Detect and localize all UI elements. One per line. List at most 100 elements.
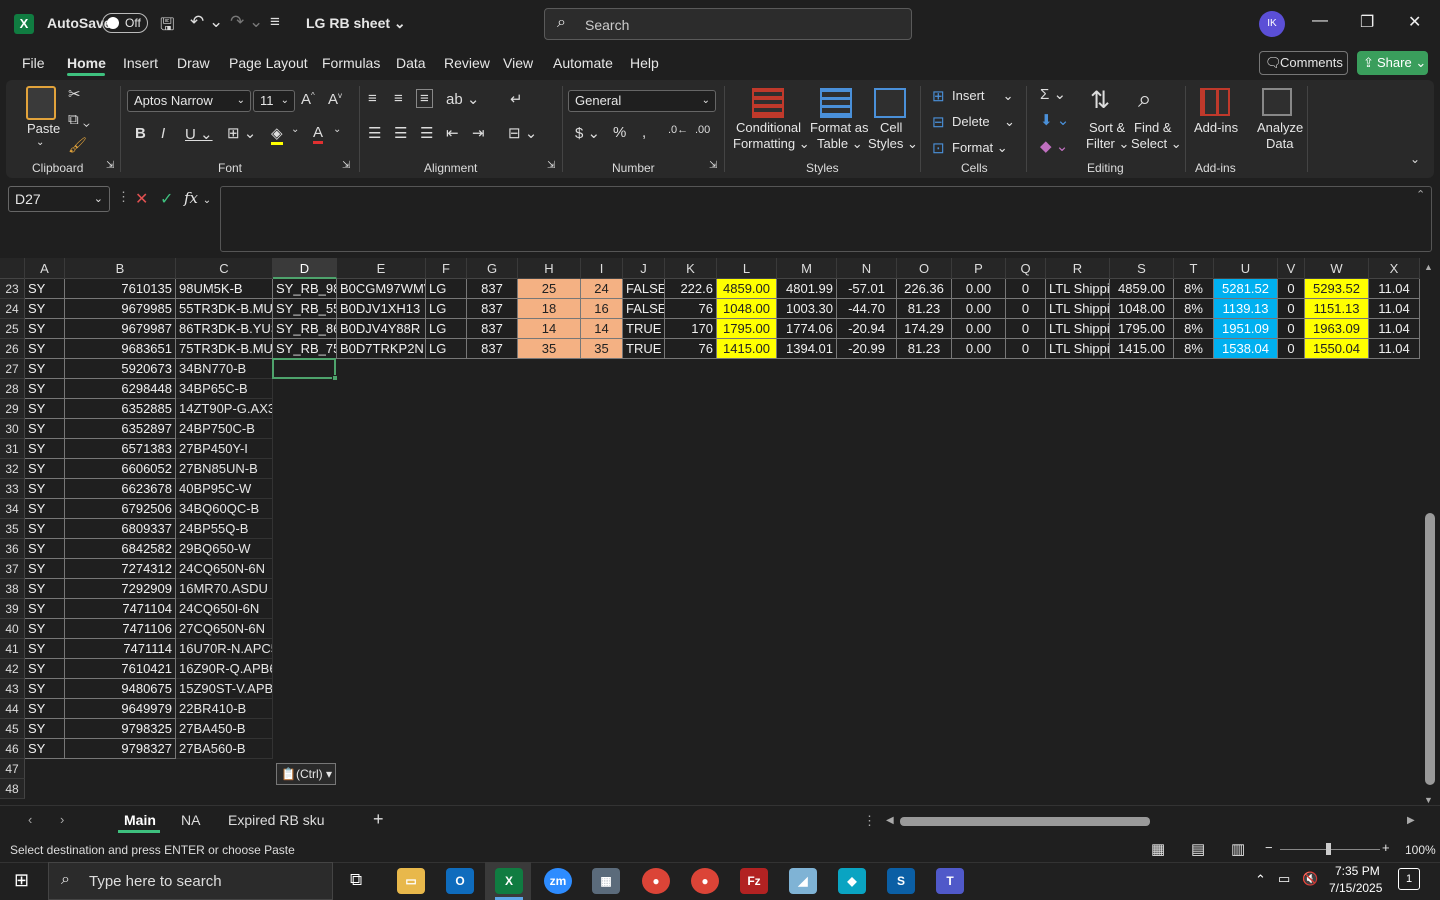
find-select-label-2[interactable]: Select ⌄ xyxy=(1131,136,1182,152)
cell-c[interactable]: 16MR70.ASDU xyxy=(176,579,273,599)
cell-a[interactable]: SY xyxy=(25,359,65,379)
chrome-icon[interactable]: ● xyxy=(642,868,670,894)
cell-c[interactable]: 16U70R-N.APC5U1 xyxy=(176,639,273,659)
notification-icon[interactable]: 1 xyxy=(1398,868,1420,890)
clipboard-launcher-icon[interactable]: ⇲ xyxy=(106,160,114,171)
cell-b[interactable]: 7274312 xyxy=(65,559,176,579)
tab-insert[interactable]: Insert xyxy=(123,55,158,71)
selected-cell-D27[interactable] xyxy=(272,358,338,381)
cell-g[interactable]: 837 xyxy=(467,339,518,359)
analyze-data-label[interactable]: Analyze xyxy=(1257,120,1303,135)
cell-p[interactable]: 0.00 xyxy=(952,319,1006,339)
cell-n[interactable]: -20.94 xyxy=(837,319,897,339)
cell-styles-label[interactable]: Cell xyxy=(880,120,902,135)
formula-collapse-icon[interactable]: ⌃ xyxy=(1416,188,1425,201)
row-header[interactable]: 31 xyxy=(0,439,25,459)
cell-o[interactable]: 226.36 xyxy=(897,279,952,299)
column-header-u[interactable]: U xyxy=(1214,258,1278,279)
row-header[interactable]: 38 xyxy=(0,579,25,599)
underline-icon[interactable]: U ⌄ xyxy=(185,125,213,143)
cell-i[interactable]: 35 xyxy=(581,339,623,359)
cell-f[interactable]: LG xyxy=(426,319,467,339)
column-header-r[interactable]: R xyxy=(1046,258,1110,279)
fill-color-icon[interactable]: ◈ xyxy=(271,124,283,145)
cell-t[interactable]: 8% xyxy=(1174,299,1214,319)
insert-cells-icon[interactable]: ⊞ xyxy=(932,87,945,105)
cell-u[interactable]: 1538.04 xyxy=(1214,339,1278,359)
cell-c[interactable]: 24BP55Q-B xyxy=(176,519,273,539)
scroll-left-icon[interactable]: ◀ xyxy=(886,815,894,826)
cell-o[interactable]: 81.23 xyxy=(897,339,952,359)
cell-c[interactable]: 14ZT90P-G.AX33U1 xyxy=(176,399,273,419)
cell-c[interactable]: 27BA450-B xyxy=(176,719,273,739)
cell-m[interactable]: 1394.01 xyxy=(777,339,837,359)
cell-g[interactable]: 837 xyxy=(467,279,518,299)
column-header-h[interactable]: H xyxy=(518,258,581,279)
cell-k[interactable]: 76 xyxy=(665,299,717,319)
row-header[interactable]: 43 xyxy=(0,679,25,699)
cell-m[interactable]: 1003.30 xyxy=(777,299,837,319)
cell-b[interactable]: 6809337 xyxy=(65,519,176,539)
document-title[interactable]: LG RB sheet ⌄ xyxy=(306,15,406,32)
cell-b[interactable]: 6606052 xyxy=(65,459,176,479)
cell-j[interactable]: FALSE xyxy=(623,279,665,299)
cell-p[interactable]: 0.00 xyxy=(952,299,1006,319)
column-header-f[interactable]: F xyxy=(426,258,467,279)
cell-a[interactable]: SY xyxy=(25,719,65,739)
format-as-table-icon[interactable] xyxy=(820,88,852,118)
tab-home[interactable]: Home xyxy=(67,55,106,71)
paste-button[interactable]: Paste xyxy=(27,121,60,136)
windows-start-icon[interactable]: ⊞ xyxy=(14,870,29,891)
cell-a[interactable]: SY xyxy=(25,639,65,659)
cell-c[interactable]: 27CQ650N-6N xyxy=(176,619,273,639)
cell-v[interactable]: 0 xyxy=(1278,279,1305,299)
cell-k[interactable]: 170 xyxy=(665,319,717,339)
delete-cells-icon[interactable]: ⊟ xyxy=(932,113,945,131)
add-sheet-button[interactable]: + xyxy=(373,809,384,830)
cell-c[interactable]: 15Z90ST-V.APB6U1 xyxy=(176,679,273,699)
cell-f[interactable]: LG xyxy=(426,299,467,319)
cell-c[interactable]: 24CQ650I-6N xyxy=(176,599,273,619)
row-header[interactable]: 28 xyxy=(0,379,25,399)
page-layout-view-icon[interactable]: ▤ xyxy=(1191,840,1205,858)
add-ins-icon[interactable] xyxy=(1200,88,1230,116)
cell-r[interactable]: LTL Shippi xyxy=(1046,339,1110,359)
cell-t[interactable]: 8% xyxy=(1174,279,1214,299)
cell-g[interactable]: 837 xyxy=(467,299,518,319)
column-header-s[interactable]: S xyxy=(1110,258,1174,279)
analyze-data-icon[interactable] xyxy=(1262,88,1292,116)
cell-a[interactable]: SY xyxy=(25,479,65,499)
name-box[interactable]: D27 ⌄ xyxy=(8,186,110,212)
find-select-label[interactable]: Find & xyxy=(1134,120,1172,135)
autosave-toggle[interactable]: Off xyxy=(102,13,148,33)
align-left-icon[interactable]: ☰ xyxy=(368,124,381,142)
cell-c[interactable]: 34BQ60QC-B xyxy=(176,499,273,519)
excel-taskbar-icon[interactable]: X xyxy=(495,868,523,894)
format-painter-icon[interactable]: 🖌 xyxy=(68,136,87,154)
row-header[interactable]: 44 xyxy=(0,699,25,719)
cell-c[interactable]: 16Z90R-Q.APB6U1 xyxy=(176,659,273,679)
cell-d[interactable]: SY_RB_98U xyxy=(273,279,337,299)
cell-l[interactable]: 1795.00 xyxy=(717,319,777,339)
font-launcher-icon[interactable]: ⇲ xyxy=(342,160,350,171)
tab-draw[interactable]: Draw xyxy=(177,55,210,71)
search-input[interactable]: ⌕ Search xyxy=(544,8,912,40)
italic-icon[interactable]: I xyxy=(161,125,165,142)
align-bottom-icon[interactable]: ≡ xyxy=(416,89,433,108)
horizontal-scroll-thumb[interactable] xyxy=(900,817,1150,826)
cell-b[interactable]: 6571383 xyxy=(65,439,176,459)
align-top-icon[interactable]: ≡ xyxy=(368,90,377,107)
cell-c[interactable]: 27BN85UN-B xyxy=(176,459,273,479)
cell-a[interactable]: SY xyxy=(25,699,65,719)
cell-r[interactable]: LTL Shippi xyxy=(1046,299,1110,319)
cell-b[interactable]: 5920673 xyxy=(65,359,176,379)
conditional-formatting-label[interactable]: Conditional xyxy=(736,120,801,135)
cell-m[interactable]: 1774.06 xyxy=(777,319,837,339)
tab-review[interactable]: Review xyxy=(444,55,490,71)
increase-font-icon[interactable]: A^ xyxy=(301,91,315,108)
cell-a[interactable]: SY xyxy=(25,299,65,319)
cell-d[interactable]: SY_RB_75T xyxy=(273,339,337,359)
cell-i[interactable]: 14 xyxy=(581,319,623,339)
cell-b[interactable]: 6842582 xyxy=(65,539,176,559)
row-header[interactable]: 41 xyxy=(0,639,25,659)
